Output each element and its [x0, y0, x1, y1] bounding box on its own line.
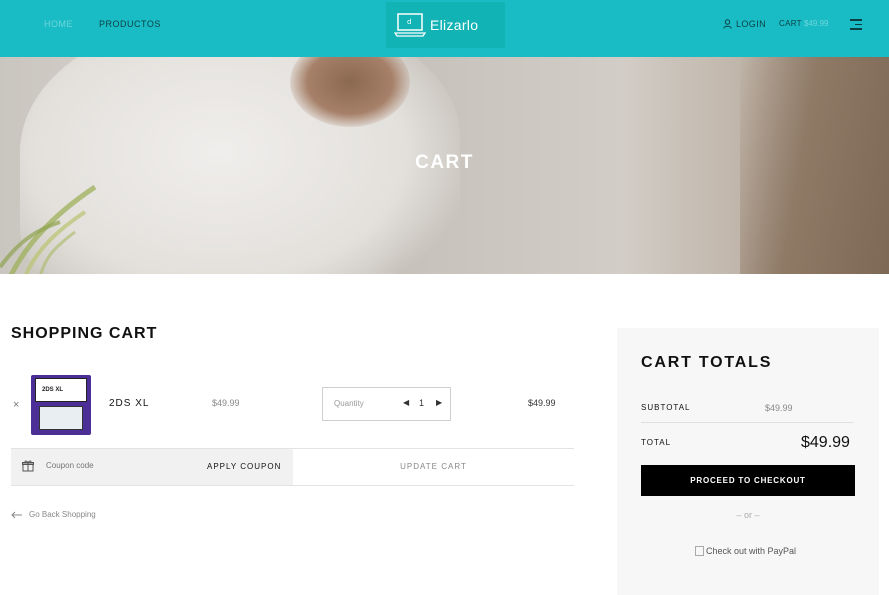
remove-item-icon[interactable]: ×: [13, 399, 19, 411]
increment-arrow-icon[interactable]: ▶: [436, 398, 442, 407]
nav-home-link[interactable]: HOME: [44, 19, 73, 29]
total-value: $49.99: [801, 434, 850, 451]
gift-icon: [22, 460, 34, 472]
broken-image-icon: [695, 546, 704, 556]
cart-totals-panel: CART TOTALS SUBTOTAL $49.99 TOTAL $49.99…: [617, 328, 879, 595]
shopping-cart-heading: SHOPPING CART: [11, 325, 158, 342]
laptop-icon: d: [394, 13, 426, 37]
paypal-alt-text: Check out with PayPal: [706, 546, 797, 556]
quantity-label: Quantity: [334, 399, 364, 408]
product-name-link[interactable]: 2DS XL: [109, 398, 149, 409]
go-back-shopping-label: Go Back Shopping: [29, 510, 96, 519]
nav-productos-link[interactable]: PRODUCTOS: [99, 19, 161, 29]
login-label: LOGIN: [736, 19, 767, 29]
subtotal-value: $49.99: [765, 403, 793, 413]
product-thumbnail[interactable]: 2DS XL: [31, 375, 91, 435]
proceed-to-checkout-button[interactable]: PROCEED TO CHECKOUT: [641, 465, 855, 496]
login-link[interactable]: LOGIN: [723, 19, 766, 29]
top-navbar: HOME PRODUCTOS d Elizarlo LOGIN CART $49…: [0, 0, 889, 57]
product-unit-price: $49.99: [212, 398, 240, 408]
user-icon: [723, 19, 732, 29]
quantity-stepper[interactable]: Quantity ◀ 1 ▶: [322, 387, 451, 421]
decrement-arrow-icon[interactable]: ◀: [403, 398, 409, 407]
paypal-checkout-button[interactable]: Check out with PayPal: [695, 546, 796, 556]
cart-actions-row: APPLY COUPON UPDATE CART: [11, 448, 574, 486]
quantity-value[interactable]: 1: [419, 398, 424, 408]
or-separator: – or –: [736, 510, 760, 520]
total-label: TOTAL: [641, 438, 672, 447]
cart-totals-heading: CART TOTALS: [641, 354, 773, 371]
site-logo[interactable]: d Elizarlo: [386, 2, 505, 48]
coupon-code-input[interactable]: [46, 461, 186, 470]
header-cart-link[interactable]: CART: [779, 19, 802, 28]
apply-coupon-button[interactable]: APPLY COUPON: [207, 462, 281, 471]
hamburger-menu-icon[interactable]: [850, 19, 862, 30]
subtotal-label: SUBTOTAL: [641, 403, 691, 412]
coupon-area: APPLY COUPON: [11, 449, 293, 485]
page-title: CART: [415, 152, 474, 173]
arrow-left-icon: [11, 511, 22, 518]
update-cart-button[interactable]: UPDATE CART: [293, 449, 574, 485]
header-cart-amount: $49.99: [804, 19, 829, 28]
svg-text:d: d: [407, 18, 411, 26]
hero-plant-image: [0, 184, 97, 274]
go-back-shopping-link[interactable]: Go Back Shopping: [11, 510, 96, 519]
totals-divider: [641, 422, 854, 423]
cart-hero-banner: CART: [0, 57, 889, 274]
line-item-total: $49.99: [528, 398, 556, 408]
logo-text: Elizarlo: [430, 17, 479, 33]
